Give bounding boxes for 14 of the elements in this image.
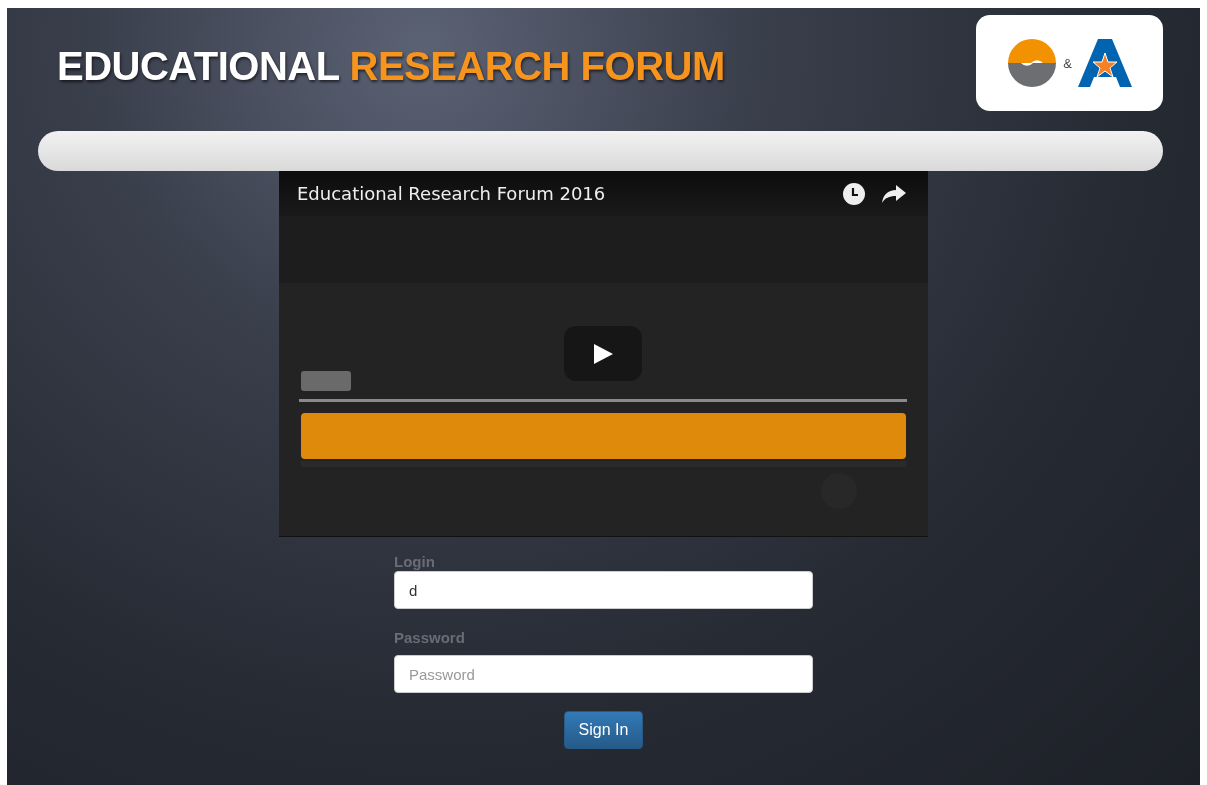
circle-logo-icon <box>1007 38 1058 88</box>
site-title: EDUCATIONAL RESEARCH FORUM <box>57 44 725 89</box>
clock-icon[interactable] <box>842 181 866 206</box>
video-player[interactable]: Educational Research Forum 2016 <box>279 171 928 537</box>
play-button[interactable] <box>564 326 642 381</box>
login-label: Login <box>394 553 436 571</box>
password-label: Password <box>394 629 466 647</box>
login-field[interactable]: d <box>394 571 813 609</box>
ampersand: & <box>1063 55 1072 71</box>
play-icon[interactable] <box>592 342 614 365</box>
letter-star-logo-icon <box>1077 39 1132 87</box>
share-icon[interactable] <box>882 183 906 204</box>
sign-in-button[interactable]: Sign In <box>564 711 643 749</box>
password-field[interactable]: Password <box>394 655 813 693</box>
